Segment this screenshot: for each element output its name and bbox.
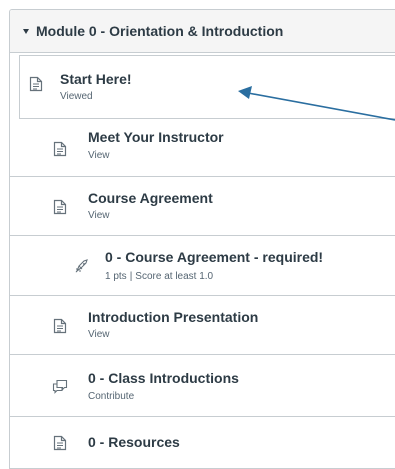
module-item-class-introductions[interactable]: 0 - Class Introductions Contribute [10,356,395,417]
item-title[interactable]: 0 - Class Introductions [88,370,239,386]
item-title[interactable]: Start Here! [60,71,132,87]
item-title[interactable]: 0 - Resources [88,434,180,450]
module-item-introduction-presentation[interactable]: Introduction Presentation View [10,297,395,355]
item-score-requirement: Score at least 1.0 [135,271,214,282]
page-icon [29,76,43,92]
item-title[interactable]: 0 - Course Agreement - required! [105,249,323,265]
page-icon [53,199,67,215]
module-header[interactable]: Module 0 - Orientation & Introduction [10,10,395,53]
module-title: Module 0 - Orientation & Introduction [36,23,284,39]
item-status: View [88,210,110,221]
item-status: Contribute [88,391,135,402]
collapse-caret-icon[interactable] [23,29,29,34]
module-item-resources[interactable]: 0 - Resources [10,418,395,468]
item-details: 1 pts | Score at least 1.0 [105,271,214,282]
item-points: 1 pts [105,271,127,282]
item-status: View [88,329,110,340]
module-item-start-here[interactable]: Start Here! Viewed [19,55,395,119]
module-item-course-agreement[interactable]: Course Agreement View [10,178,395,236]
item-title[interactable]: Meet Your Instructor [88,129,224,145]
page-icon [53,141,67,157]
module-container: Module 0 - Orientation & Introduction St… [9,9,395,469]
module-item-course-agreement-quiz[interactable]: 0 - Course Agreement - required! 1 pts | S… [10,237,395,296]
page-icon [53,435,67,451]
discussion-icon [52,379,68,394]
item-title[interactable]: Course Agreement [88,190,213,206]
module-item-meet-your-instructor[interactable]: Meet Your Instructor View [10,120,395,177]
item-status: View [88,150,110,161]
item-title[interactable]: Introduction Presentation [88,309,258,325]
item-status: Viewed [60,91,93,102]
page-icon [53,318,67,334]
quiz-rocket-icon [74,258,90,274]
